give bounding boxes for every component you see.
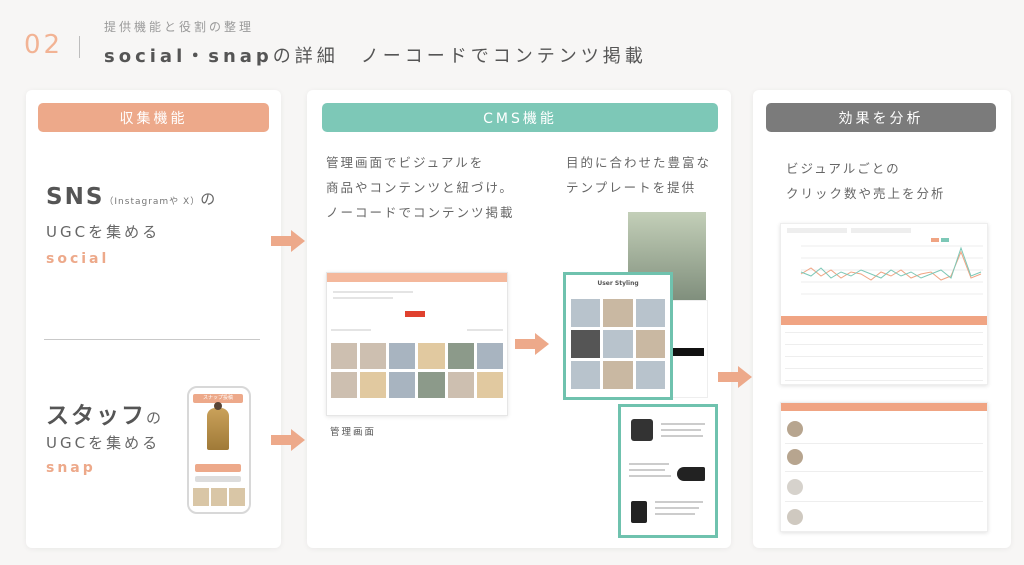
ranking-table-image bbox=[780, 402, 988, 532]
effect-desc-line: クリック数や売上を分析 bbox=[786, 186, 946, 201]
cms-desc-right-line: テンプレートを提供 bbox=[566, 180, 697, 195]
avatar bbox=[787, 421, 803, 437]
effect-desc: ビジュアルごとの クリック数や売上を分析 bbox=[786, 156, 946, 206]
cms-desc-left-line: 商品やコンテンツと紐づけ。 bbox=[326, 180, 514, 195]
phone-thumbnails bbox=[193, 488, 245, 506]
title-rest: の詳細 ノーコードでコンテンツ掲載 bbox=[272, 46, 647, 67]
phone-cart-button bbox=[195, 464, 241, 472]
effect-heading: 効果を分析 bbox=[766, 103, 996, 132]
cms-desc-left: 管理画面でビジュアルを 商品やコンテンツと紐づけ。 ノーコードでコンテンツ掲載 bbox=[326, 150, 515, 225]
template-title: User Styling bbox=[597, 280, 639, 287]
cms-desc-right-line: 目的に合わせた豊富な bbox=[566, 155, 712, 170]
social-tag: social bbox=[46, 251, 110, 267]
staff-particle: の bbox=[146, 409, 163, 427]
avatar bbox=[787, 479, 803, 495]
analytics-chart-image bbox=[780, 223, 988, 385]
shoe-image bbox=[677, 467, 705, 481]
phone-mockup: スナップ投稿 bbox=[187, 386, 251, 514]
title-product: social・snap bbox=[104, 46, 273, 67]
admin-caption: 管理画面 bbox=[330, 427, 377, 438]
cms-heading: CMS機能 bbox=[322, 103, 718, 132]
section-subtitle: 提供機能と役割の整理 bbox=[104, 20, 255, 34]
collect-heading: 収集機能 bbox=[38, 103, 269, 132]
snap-tag: snap bbox=[46, 460, 96, 476]
sns-particle: の bbox=[200, 190, 217, 208]
sns-title-line: SNS（Instagramや X）の bbox=[46, 184, 216, 210]
phone-secondary-button bbox=[195, 476, 241, 482]
staff-title-line: スタッフの bbox=[46, 396, 162, 430]
cms-desc-left-line: ノーコードでコンテンツ掲載 bbox=[326, 205, 515, 220]
line-chart-graphic bbox=[781, 228, 987, 381]
admin-red-button bbox=[405, 311, 425, 317]
header-divider bbox=[79, 36, 80, 58]
sns-platforms: （Instagramや X） bbox=[104, 197, 201, 207]
effect-desc-line: ビジュアルごとの bbox=[786, 161, 901, 176]
cms-desc-left-line: 管理画面でビジュアルを bbox=[326, 155, 485, 170]
user-styling-template: User Styling bbox=[563, 272, 673, 400]
phone-model-image bbox=[207, 402, 229, 450]
staff-ugc-text: UGCを集める bbox=[46, 434, 161, 452]
shoe-image bbox=[631, 419, 653, 441]
cms-desc-right: 目的に合わせた豊富な テンプレートを提供 bbox=[566, 150, 711, 200]
page-title: social・snapの詳細 ノーコードでコンテンツ掲載 bbox=[104, 42, 647, 68]
product-template bbox=[618, 404, 718, 538]
admin-screen-image bbox=[326, 272, 508, 416]
sns-ugc-text: UGCを集める bbox=[46, 223, 161, 241]
collect-divider bbox=[44, 339, 260, 340]
shoe-image bbox=[631, 501, 647, 523]
avatar bbox=[787, 449, 803, 465]
avatar bbox=[787, 509, 803, 525]
section-number: 02 bbox=[24, 30, 64, 60]
sns-title: SNS bbox=[46, 184, 105, 210]
staff-title: スタッフ bbox=[46, 403, 146, 429]
